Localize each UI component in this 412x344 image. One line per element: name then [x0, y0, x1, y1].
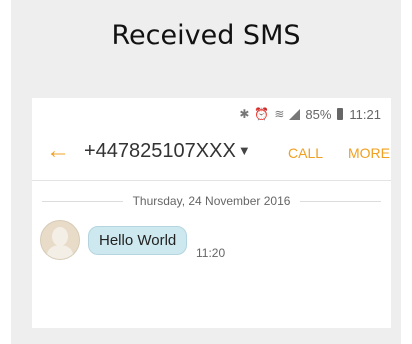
header-divider [32, 180, 391, 181]
bluetooth-icon: ✱ [239, 107, 250, 121]
message-bubble[interactable]: Hello World [88, 226, 188, 255]
screenshot-frame: Received SMS ✱ ⏰ ≋ 85% 11:21 ← +44782510… [11, 0, 401, 344]
battery-percent: 85% [305, 106, 332, 122]
back-arrow-icon[interactable]: ← [46, 139, 70, 163]
avatar-body [47, 245, 73, 259]
avatar[interactable] [40, 220, 80, 260]
status-time: 11:21 [349, 106, 381, 122]
date-separator-text: Thursday, 24 November 2016 [132, 194, 291, 208]
signal-icon [289, 108, 301, 120]
contact-number[interactable]: +447825107XXX ▼ [84, 140, 251, 163]
date-separator: Thursday, 24 November 2016 [32, 194, 391, 208]
date-line-right [300, 200, 381, 202]
avatar-head [52, 227, 68, 246]
phone-screen: ✱ ⏰ ≋ 85% 11:21 ← +447825107XXX ▼ CALL MO… [32, 98, 391, 328]
more-button[interactable]: MORE [348, 145, 390, 161]
caret-down-icon[interactable]: ▼ [238, 143, 251, 158]
wifi-icon: ≋ [274, 107, 285, 121]
contact-number-text: +447825107XXX [84, 140, 236, 162]
battery-icon [337, 108, 344, 120]
message-time: 11:20 [196, 246, 226, 260]
call-button[interactable]: CALL [288, 145, 323, 161]
date-line-left [42, 200, 123, 202]
status-bar: ✱ ⏰ ≋ 85% 11:21 [239, 103, 381, 125]
conversation-header: ← +447825107XXX ▼ CALL MORE [32, 133, 391, 173]
alarm-icon: ⏰ [254, 107, 270, 121]
caption-title: Received SMS [111, 20, 301, 51]
